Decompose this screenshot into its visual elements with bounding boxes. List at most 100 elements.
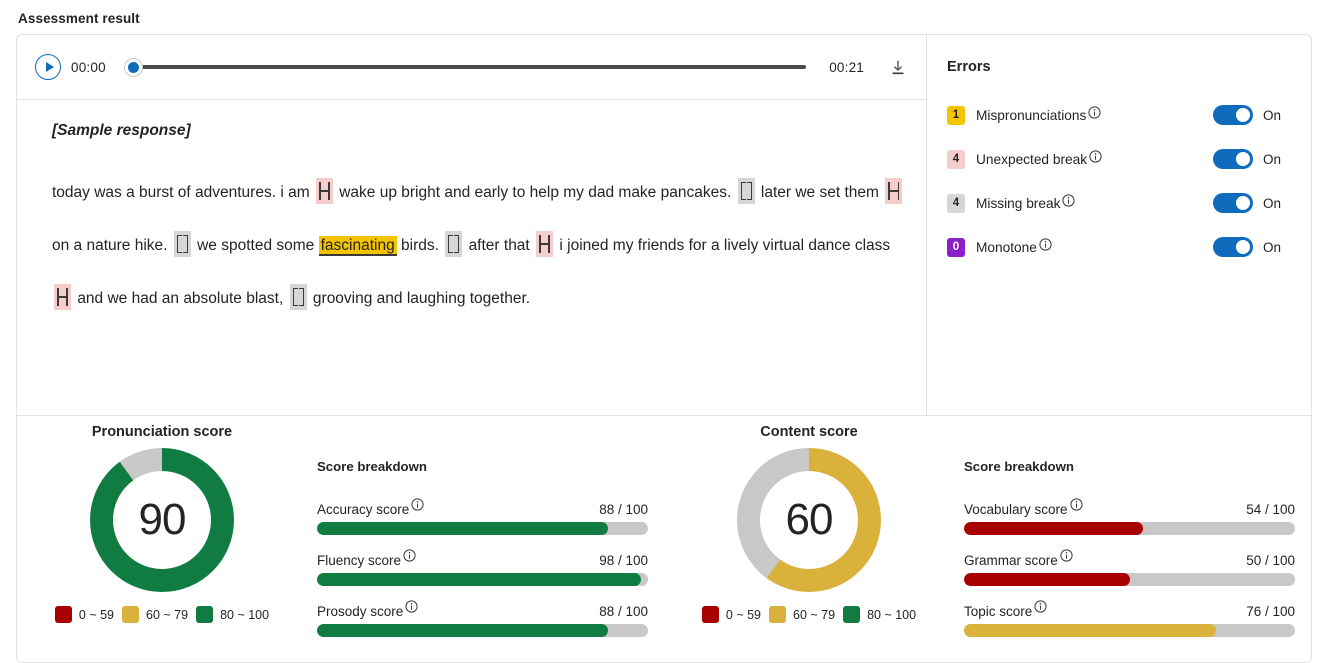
unexpected-break-marker[interactable]	[536, 231, 554, 257]
breakdown-label: Vocabulary score	[964, 498, 1083, 517]
info-icon[interactable]	[1089, 150, 1102, 168]
pronunciation-legend: 0 ~ 59 60 ~ 79 80 ~ 100	[54, 606, 269, 623]
error-toggle-unexpected-break[interactable]	[1213, 149, 1253, 169]
errors-panel: Errors 1 Mispronunciations On 4 Unexpect…	[927, 35, 1311, 261]
transcript-body: [Sample response] today was a burst of a…	[17, 100, 926, 415]
sample-response-label: [Sample response]	[52, 122, 191, 139]
breakdown-row-fluency: Fluency score 98 / 100	[317, 549, 648, 586]
pronunciation-score-section: Pronunciation score 90 0 ~ 59 60 ~ 79 80…	[17, 416, 664, 662]
info-icon[interactable]	[1034, 600, 1047, 616]
pronunciation-score-value: 90	[138, 495, 187, 544]
transcript-segment: later we set them	[760, 184, 879, 201]
unexpected-break-marker[interactable]	[54, 284, 71, 310]
assessment-result-card: 00:00 00:21 [Sample response] today was …	[16, 34, 1312, 663]
info-icon[interactable]	[403, 549, 416, 565]
legend-swatch-mid	[769, 606, 787, 623]
error-label: Mispronunciations	[976, 107, 1087, 123]
breakdown-bar-fill	[317, 624, 609, 637]
transcript-segment: i joined my friends for a lively virtual…	[559, 237, 891, 254]
legend-swatch-low	[701, 606, 719, 623]
breakdown-bar-fill	[964, 573, 1130, 586]
content-heading: Content score	[760, 424, 858, 440]
toggle-state-label: On	[1263, 107, 1282, 123]
legend-label: 0 ~ 59	[725, 607, 762, 622]
transcript-segment: after that	[468, 237, 530, 254]
breakdown-title: Score breakdown	[317, 459, 427, 474]
pronunciation-heading: Pronunciation score	[91, 424, 233, 440]
transcript-segment: on a nature hike.	[52, 237, 168, 254]
breakdown-bar-track	[964, 522, 1295, 535]
errors-title: Errors	[947, 59, 991, 75]
play-triangle	[45, 62, 54, 72]
breakdown-label: Topic score	[964, 600, 1047, 619]
breakdown-title: Score breakdown	[964, 459, 1074, 474]
breakdown-row-vocabulary: Vocabulary score 54 / 100	[964, 498, 1295, 535]
content-donut-chart: 60	[737, 448, 881, 592]
legend-item: 0 ~ 59	[54, 606, 114, 623]
breakdown-bar-track	[964, 624, 1295, 637]
error-count-badge: 1	[947, 105, 965, 125]
info-icon[interactable]	[1060, 549, 1073, 565]
unexpected-break-marker[interactable]	[315, 178, 333, 204]
breakdown-row-accuracy: Accuracy score 88 / 100	[317, 498, 648, 535]
seek-thumb[interactable]	[125, 58, 142, 76]
errors-column: Errors 1 Mispronunciations On 4 Unexpect…	[927, 35, 1311, 415]
breakdown-bar-fill	[964, 522, 1143, 535]
error-count-badge: 4	[947, 149, 965, 169]
pronunciation-score-value-wrap: 90	[113, 471, 211, 569]
toggle-state-label: On	[1263, 195, 1282, 211]
missing-break-marker[interactable]	[445, 231, 463, 257]
legend-swatch-high	[196, 606, 214, 623]
error-toggle-mispronunciations[interactable]	[1213, 105, 1253, 125]
legend-label: 80 ~ 100	[220, 607, 270, 622]
legend-item: 80 ~ 100	[196, 606, 269, 623]
breakdown-value: 54 / 100	[1246, 502, 1295, 517]
info-icon[interactable]	[411, 498, 424, 514]
info-icon[interactable]	[405, 600, 418, 616]
error-row-missing-break: 4 Missing break On	[947, 189, 1285, 217]
legend-swatch-mid	[122, 606, 140, 623]
transcript-segment: and we had an absolute blast,	[77, 290, 284, 307]
info-icon[interactable]	[1062, 194, 1076, 212]
seek-slider[interactable]	[125, 57, 806, 77]
info-icon[interactable]	[1039, 238, 1052, 256]
top-region: 00:00 00:21 [Sample response] today was …	[17, 35, 1311, 415]
error-toggle-missing-break[interactable]	[1213, 193, 1253, 213]
content-score-section: Content score 60 0 ~ 59 60 ~ 79 80 ~ 100…	[664, 416, 1311, 662]
breakdown-value: 98 / 100	[599, 553, 648, 568]
download-icon[interactable]	[884, 53, 912, 81]
breakdown-value: 88 / 100	[599, 502, 648, 517]
breakdown-value: 88 / 100	[599, 604, 648, 619]
legend-item: 80 ~ 100	[843, 606, 916, 623]
pronunciation-donut-col: Pronunciation score 90 0 ~ 59 60 ~ 79 80…	[17, 424, 307, 662]
breakdown-label: Fluency score	[317, 549, 416, 568]
missing-break-marker[interactable]	[737, 178, 755, 204]
legend-swatch-high	[843, 606, 861, 623]
legend-label: 80 ~ 100	[867, 607, 917, 622]
missing-break-marker[interactable]	[173, 231, 191, 257]
seek-track	[125, 65, 806, 69]
legend-swatch-low	[54, 606, 72, 623]
content-legend: 0 ~ 59 60 ~ 79 80 ~ 100	[701, 606, 916, 623]
transcript-segment: grooving and laughing together.	[312, 290, 531, 307]
breakdown-value: 50 / 100	[1246, 553, 1295, 568]
legend-item: 60 ~ 79	[122, 606, 188, 623]
unexpected-break-marker[interactable]	[885, 178, 903, 204]
error-label: Unexpected break	[976, 151, 1088, 167]
missing-break-marker[interactable]	[289, 284, 307, 310]
error-row-mispronunciations: 1 Mispronunciations On	[947, 101, 1285, 129]
mispronounced-word[interactable]: fascinating	[318, 236, 397, 256]
breakdown-row-prosody: Prosody score 88 / 100	[317, 600, 648, 637]
breakdown-bar-fill	[317, 522, 609, 535]
legend-item: 60 ~ 79	[769, 606, 835, 623]
error-toggle-monotone[interactable]	[1213, 237, 1253, 257]
info-icon[interactable]	[1088, 106, 1101, 124]
breakdown-row-topic: Topic score 76 / 100	[964, 600, 1295, 637]
play-icon[interactable]	[35, 54, 61, 80]
total-time: 00:21	[829, 59, 864, 75]
breakdown-bar-fill	[317, 573, 642, 586]
legend-label: 60 ~ 79	[146, 607, 189, 622]
info-icon[interactable]	[1069, 498, 1083, 514]
breakdown-label: Prosody score	[317, 600, 418, 619]
error-row-unexpected-break: 4 Unexpected break On	[947, 145, 1285, 173]
